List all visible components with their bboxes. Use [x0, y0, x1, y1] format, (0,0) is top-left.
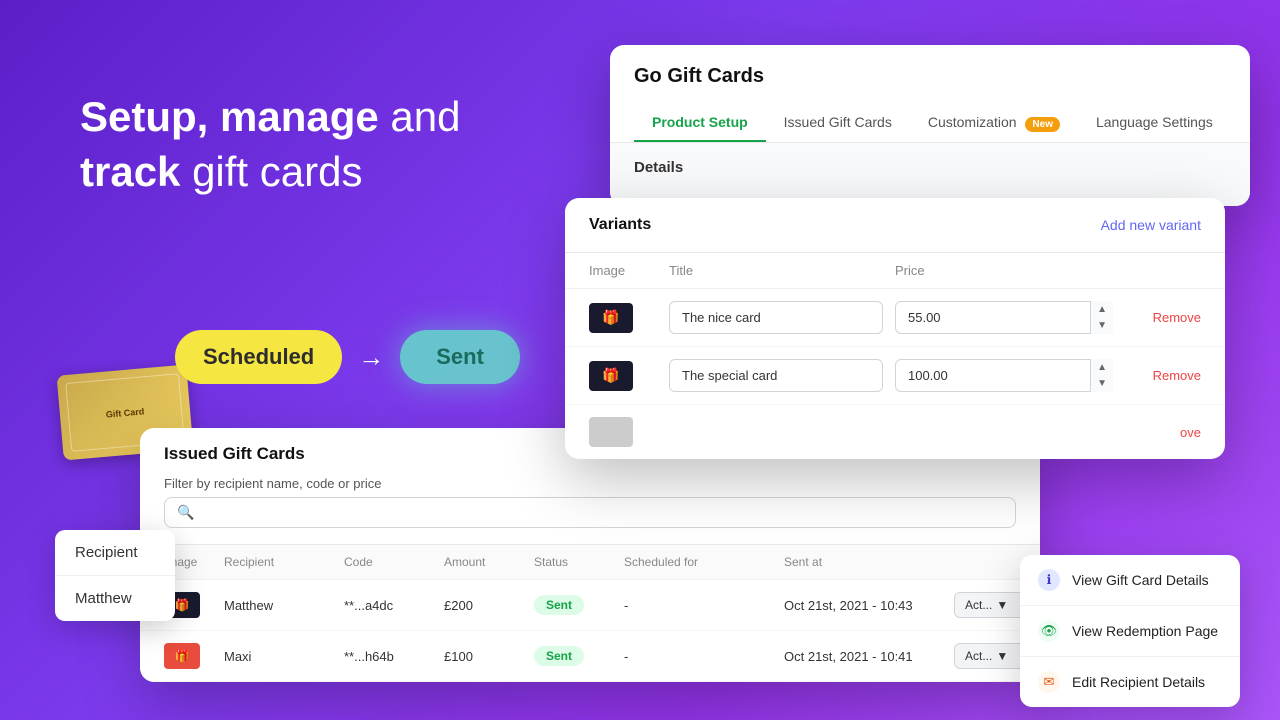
- table-row: 🎁 Matthew **...a4dc £200 Sent - Oct 21st…: [140, 580, 1040, 631]
- price-spinners-1: ▲ ▼: [1090, 301, 1113, 334]
- row1-sent-at: Oct 21st, 2021 - 10:43: [784, 598, 954, 613]
- app-window: Go Gift Cards Product Setup Issued Gift …: [610, 45, 1250, 206]
- variants-header: Variants Add new variant: [565, 198, 1225, 253]
- search-icon: 🔍: [177, 504, 194, 521]
- variant-row-2: 🎁 ▲ ▼ Remove: [565, 347, 1225, 405]
- table-row: 🎁 Maxi **...h64b £100 Sent - Oct 21st, 2…: [140, 631, 1040, 682]
- th-status: Status: [534, 555, 624, 569]
- col-image: Image: [589, 263, 669, 278]
- row1-recipient: Matthew: [224, 598, 344, 613]
- add-variant-link[interactable]: Add new variant: [1101, 217, 1201, 233]
- variant-price-wrap-1: ▲ ▼: [895, 301, 1113, 334]
- row2-amount: £100: [444, 649, 534, 664]
- flow-arrow: →: [358, 342, 384, 373]
- remove-variant-1[interactable]: Remove: [1121, 310, 1201, 325]
- price-down-1[interactable]: ▼: [1091, 318, 1113, 335]
- row1-status-badge: Sent: [534, 595, 584, 615]
- row1-amount: £200: [444, 598, 534, 613]
- variant-price-input-2[interactable]: [895, 359, 1113, 392]
- app-body: Details: [610, 143, 1250, 206]
- hero-bold-1: Setup, manage: [80, 93, 379, 140]
- price-down-2[interactable]: ▼: [1091, 376, 1113, 393]
- col-action: [1121, 263, 1201, 278]
- hero-light-2: gift cards: [180, 148, 362, 195]
- variant-thumb-1: 🎁: [589, 303, 669, 333]
- th-code: Code: [344, 555, 444, 569]
- action-chevron-1: ▼: [996, 598, 1008, 612]
- menu-view-gift-card[interactable]: ℹ View Gift Card Details: [1020, 555, 1240, 606]
- menu-view-redemption[interactable]: 👁 View Redemption Page: [1020, 606, 1240, 657]
- variants-columns: Image Title Price: [565, 253, 1225, 289]
- variants-title: Variants: [589, 216, 651, 234]
- action-chevron-2: ▼: [996, 649, 1008, 663]
- filter-label: Filter by recipient name, code or price: [164, 476, 1016, 491]
- menu-label-1: View Gift Card Details: [1072, 572, 1209, 588]
- search-input[interactable]: [202, 505, 1003, 520]
- app-tabs: Product Setup Issued Gift Cards Customiz…: [634, 104, 1226, 142]
- variant-price-input-1[interactable]: [895, 301, 1113, 334]
- gift-card-label: Gift Card: [101, 402, 149, 424]
- row1-status: Sent: [534, 595, 624, 615]
- eye-icon: 👁: [1038, 620, 1060, 642]
- tooltip-row-recipient: Recipient: [55, 530, 175, 576]
- app-header: Go Gift Cards Product Setup Issued Gift …: [610, 45, 1250, 143]
- col-title: Title: [669, 263, 895, 278]
- hero-light-1: and: [379, 93, 461, 140]
- row2-scheduled: -: [624, 649, 784, 664]
- th-scheduled: Scheduled for: [624, 555, 784, 569]
- status-flow: Scheduled → Sent: [175, 330, 520, 384]
- menu-label-3: Edit Recipient Details: [1072, 674, 1205, 690]
- menu-label-2: View Redemption Page: [1072, 623, 1218, 639]
- tab-customization[interactable]: Customization New: [910, 104, 1078, 142]
- row2-recipient: Maxi: [224, 649, 344, 664]
- remove-variant-2[interactable]: Remove: [1121, 368, 1201, 383]
- th-recipient: Recipient: [224, 555, 344, 569]
- tab-product-setup[interactable]: Product Setup: [634, 104, 766, 142]
- table-header: Image Recipient Code Amount Status Sched…: [140, 545, 1040, 580]
- variant-row-3: ove: [565, 405, 1225, 459]
- tab-issued-gift-cards[interactable]: Issued Gift Cards: [766, 104, 910, 142]
- variant-title-wrap-1: [669, 301, 895, 334]
- variant-title-input-1[interactable]: [669, 301, 883, 334]
- hero-section: Setup, manage and track gift cards: [80, 90, 461, 199]
- new-badge: New: [1025, 117, 1060, 132]
- row2-code: **...h64b: [344, 649, 444, 664]
- tab-language-settings[interactable]: Language Settings: [1078, 104, 1231, 142]
- row2-status: Sent: [534, 646, 624, 666]
- price-up-2[interactable]: ▲: [1091, 359, 1113, 376]
- row2-status-badge: Sent: [534, 646, 584, 666]
- variant-row-1: 🎁 ▲ ▼ Remove: [565, 289, 1225, 347]
- scheduled-badge: Scheduled: [175, 330, 342, 384]
- variant-title-input-2[interactable]: [669, 359, 883, 392]
- tooltip-row-name: Matthew: [55, 576, 175, 621]
- issued-panel: Issued Gift Cards Filter by recipient na…: [140, 428, 1040, 682]
- row2-image: 🎁: [164, 643, 224, 669]
- details-section-title: Details: [634, 159, 1226, 176]
- variants-panel: Variants Add new variant Image Title Pri…: [565, 198, 1225, 459]
- hero-bold-2: track: [80, 148, 180, 195]
- row1-code: **...a4dc: [344, 598, 444, 613]
- info-icon: ℹ: [1038, 569, 1060, 591]
- col-price: Price: [895, 263, 1121, 278]
- context-menu: ℹ View Gift Card Details 👁 View Redempti…: [1020, 555, 1240, 707]
- search-wrap: 🔍: [164, 497, 1016, 528]
- th-amount: Amount: [444, 555, 534, 569]
- variant-title-wrap-2: [669, 359, 895, 392]
- price-spinners-2: ▲ ▼: [1090, 359, 1113, 392]
- mail-icon: ✉: [1038, 671, 1060, 693]
- recipient-tooltip: Recipient Matthew: [55, 530, 175, 621]
- sent-badge: Sent: [400, 330, 520, 384]
- menu-edit-recipient[interactable]: ✉ Edit Recipient Details: [1020, 657, 1240, 707]
- app-title: Go Gift Cards: [634, 65, 1226, 88]
- variant-thumb-3: [589, 417, 669, 447]
- row1-scheduled: -: [624, 598, 784, 613]
- th-sent: Sent at: [784, 555, 954, 569]
- variant-thumb-2: 🎁: [589, 361, 669, 391]
- row2-sent-at: Oct 21st, 2021 - 10:41: [784, 649, 954, 664]
- variant-price-wrap-2: ▲ ▼: [895, 359, 1113, 392]
- price-up-1[interactable]: ▲: [1091, 301, 1113, 318]
- remove-variant-3[interactable]: ove: [1121, 425, 1201, 440]
